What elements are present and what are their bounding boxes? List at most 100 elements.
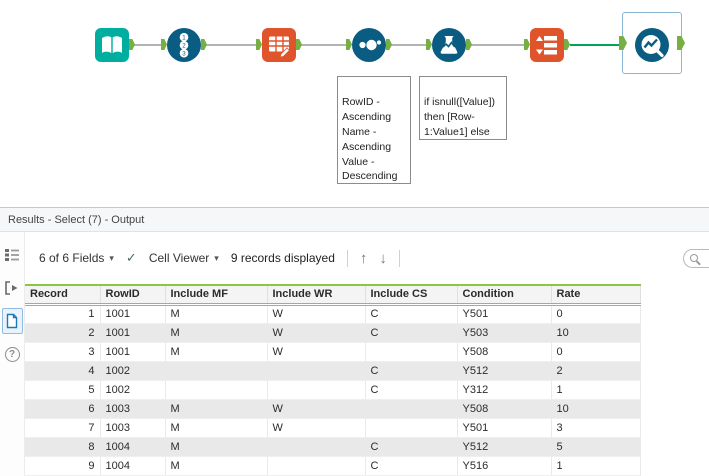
metadata-view-icon[interactable]: [2, 275, 23, 301]
search-input[interactable]: [683, 248, 709, 268]
table-cell: 1004: [100, 437, 166, 457]
output-anchor-icon[interactable]: [129, 39, 135, 50]
formula-annotation[interactable]: if isnull([Value]) then [Row- 1:Value1] …: [419, 76, 507, 140]
sort-annotation-text: RowID - Ascending Name - Ascending Value…: [342, 95, 398, 183]
connection[interactable]: [206, 44, 259, 46]
sort-icon: [352, 28, 386, 62]
connection[interactable]: [301, 44, 349, 46]
svg-text:3: 3: [182, 50, 186, 57]
output-anchor-icon[interactable]: [677, 36, 685, 50]
cell-viewer-dropdown[interactable]: Cell Viewer ▾: [149, 251, 219, 265]
table-cell: Y512: [457, 437, 552, 457]
table-cell: [267, 380, 366, 400]
tool-input-data[interactable]: [95, 28, 135, 62]
column-header[interactable]: Include MF: [165, 284, 268, 306]
table-cell: 2: [25, 323, 101, 343]
table-cell: 3: [25, 342, 101, 362]
table-cell: W: [267, 323, 366, 343]
column-header[interactable]: Rate: [551, 284, 641, 306]
results-panel: Results - Select (7) - Output ? 6 of 6 F…: [0, 207, 709, 476]
apply-check-icon[interactable]: ✓: [126, 250, 137, 266]
table-cell: 1001: [100, 342, 166, 362]
column-header[interactable]: Include CS: [365, 284, 458, 306]
table-row[interactable]: 7 1003 M W Y501 3: [25, 418, 641, 438]
tool-select-2[interactable]: [524, 28, 570, 62]
table-row[interactable]: 6 1003 M W Y508 10: [25, 399, 641, 419]
select-icon: [262, 28, 296, 62]
table-row[interactable]: 9 1004 M C Y516 1: [25, 456, 641, 476]
table-cell: [165, 361, 268, 381]
table-cell: [365, 399, 458, 419]
table-cell: C: [365, 437, 458, 457]
table-cell: 0: [551, 342, 641, 362]
results-panel-title: Results - Select (7) - Output: [0, 208, 709, 232]
table-body: 1 1001 M W C Y501 0 2 1001 M W C Y503 10 3 1001 M W Y508 0 4…: [25, 304, 641, 476]
browse-icon: [635, 28, 669, 62]
table-cell: C: [365, 456, 458, 476]
table-cell: Y503: [457, 323, 552, 343]
table-row[interactable]: 1 1001 M W C Y501 0: [25, 304, 641, 324]
connection[interactable]: [134, 44, 164, 46]
results-table[interactable]: Record RowID Include MF Include WR Include C…: [25, 284, 641, 476]
tool-browse[interactable]: [635, 28, 669, 62]
table-cell: M: [165, 399, 268, 419]
output-anchor-icon[interactable]: [386, 39, 392, 50]
formula-icon: [432, 28, 466, 62]
table-cell: M: [165, 456, 268, 476]
column-header[interactable]: Condition: [457, 284, 552, 306]
tool-formula[interactable]: [426, 28, 472, 62]
output-anchor-icon[interactable]: [201, 39, 207, 50]
column-header[interactable]: RowID: [100, 284, 166, 306]
table-cell: [267, 437, 366, 457]
table-row[interactable]: 5 1002 C Y312 1: [25, 380, 641, 400]
table-cell: 10: [551, 399, 641, 419]
down-arrow-icon[interactable]: ↓: [379, 251, 387, 266]
table-cell: 1: [551, 456, 641, 476]
table-cell: 1003: [100, 418, 166, 438]
table-cell: 5: [551, 437, 641, 457]
config-rows-icon: [5, 249, 19, 261]
tool-sort[interactable]: [346, 28, 392, 62]
input-data-icon: [95, 28, 129, 62]
table-cell: W: [267, 399, 366, 419]
results-side-tabs: ?: [0, 232, 25, 476]
output-anchor-icon[interactable]: [296, 39, 302, 50]
table-cell: 0: [551, 304, 641, 324]
table-cell: W: [267, 342, 366, 362]
preview-view-icon[interactable]: [1, 308, 23, 334]
table-cell: 6: [25, 399, 101, 419]
table-cell: 1: [551, 380, 641, 400]
table-row[interactable]: 3 1001 M W Y508 0: [25, 342, 641, 362]
output-anchor-icon[interactable]: [466, 39, 472, 50]
connection[interactable]: [391, 44, 429, 46]
output-anchor-icon[interactable]: [564, 39, 570, 50]
table-cell: 8: [25, 437, 101, 457]
table-cell: [365, 342, 458, 362]
input-anchor-icon[interactable]: [619, 36, 627, 50]
column-header[interactable]: Include WR: [267, 284, 366, 306]
fields-dropdown[interactable]: 6 of 6 Fields ▾: [39, 251, 114, 265]
results-toolbar: 6 of 6 Fields ▾ ✓ Cell Viewer ▾ 9 record…: [25, 232, 709, 284]
grid-view-icon[interactable]: [2, 242, 23, 268]
table-row[interactable]: 8 1004 M C Y512 5: [25, 437, 641, 457]
table-header-row: Record RowID Include MF Include WR Include C…: [25, 284, 641, 306]
table-cell: [267, 361, 366, 381]
up-arrow-icon[interactable]: ↑: [360, 251, 368, 266]
tool-record-id[interactable]: 1 2 3: [161, 28, 207, 62]
connection-selected[interactable]: [570, 44, 622, 46]
table-row[interactable]: 4 1002 C Y512 2: [25, 361, 641, 381]
toolbar-separator: [346, 249, 348, 267]
connection[interactable]: [471, 44, 527, 46]
column-header[interactable]: Record: [25, 284, 101, 306]
chevron-down-icon: ▾: [109, 252, 114, 263]
tool-select[interactable]: [256, 28, 302, 62]
document-icon: [6, 313, 18, 329]
table-cell: 1003: [100, 399, 166, 419]
record-id-icon: 1 2 3: [167, 28, 201, 62]
sort-annotation[interactable]: RowID - Ascending Name - Ascending Value…: [337, 76, 411, 184]
workflow-canvas[interactable]: 1 2 3 RowID - Ascending Name - Ascending…: [0, 0, 709, 207]
table-row[interactable]: 2 1001 M W C Y503 10: [25, 323, 641, 343]
table-cell: 1: [25, 304, 101, 324]
table-cell: [165, 380, 268, 400]
help-icon[interactable]: ?: [2, 341, 23, 367]
